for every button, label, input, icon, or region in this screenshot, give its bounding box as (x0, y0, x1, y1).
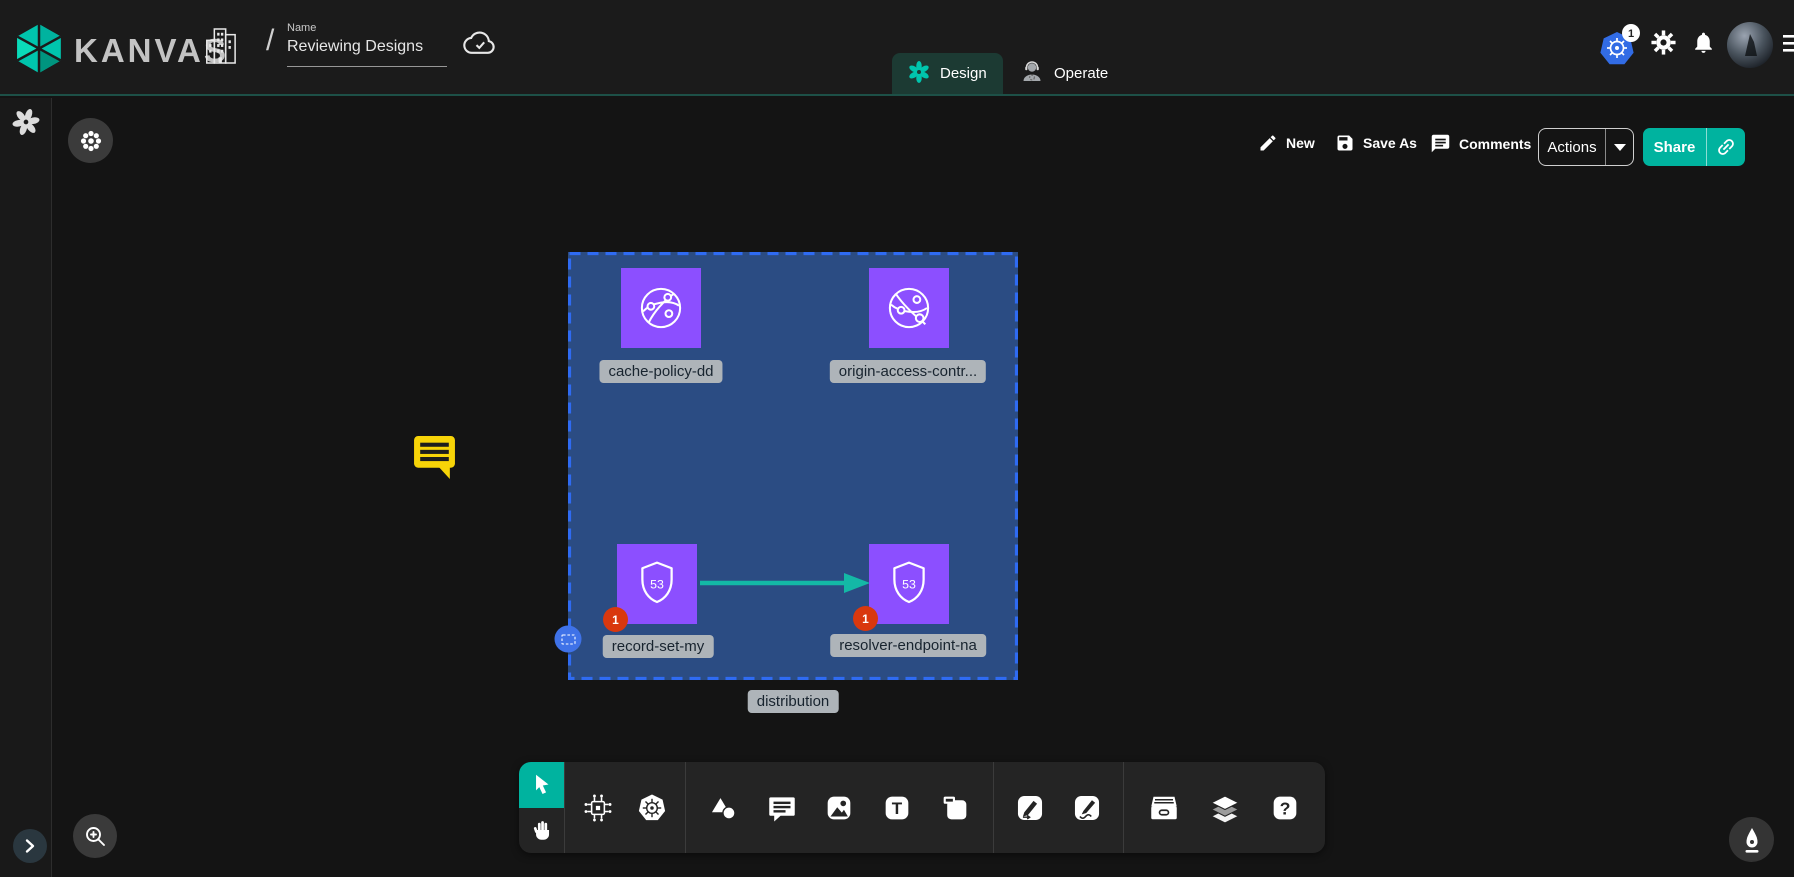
help-icon: ? (1268, 791, 1302, 825)
tab-design-label: Design (940, 65, 987, 82)
cloudfront-cache-policy-icon (634, 281, 688, 335)
tool-help[interactable]: ? (1265, 788, 1305, 828)
actions-dropdown-caret[interactable] (1606, 129, 1633, 165)
share-button[interactable]: Share (1643, 128, 1745, 166)
edge-pen-icon (1013, 791, 1047, 825)
copy-link-button[interactable] (1707, 128, 1745, 166)
comment-icon (1430, 133, 1451, 154)
left-sidebar (0, 98, 52, 877)
cursor-icon (529, 772, 555, 798)
kubernetes-badge: 1 (1628, 28, 1634, 40)
zoom-in-button[interactable] (73, 814, 117, 858)
save-icon (1335, 133, 1355, 153)
sketch-pencil-icon (1070, 791, 1104, 825)
shapes-icon (707, 791, 741, 825)
design-name-label: Name (287, 22, 447, 34)
node-label-record-set: record-set-my (603, 635, 714, 658)
edge-record-to-resolver[interactable] (696, 571, 876, 595)
tool-comment[interactable] (762, 788, 802, 828)
user-avatar[interactable] (1727, 22, 1773, 68)
tool-image[interactable] (819, 788, 859, 828)
save-as-button-label: Save As (1363, 135, 1417, 151)
sidebar-expand-chevron[interactable] (13, 829, 47, 863)
image-icon (822, 791, 856, 825)
comment-bubble-icon (765, 791, 799, 825)
note-icon (938, 791, 972, 825)
tool-archive[interactable] (1144, 788, 1184, 828)
tool-select[interactable] (519, 762, 564, 808)
dock-flower-button[interactable] (68, 118, 113, 163)
text-icon: T (880, 791, 914, 825)
svg-text:53: 53 (902, 578, 916, 592)
tool-kubernetes[interactable] (632, 788, 672, 828)
node-record-set[interactable]: 53 (617, 544, 697, 624)
new-button[interactable]: New (1258, 133, 1315, 153)
node-label-cache-policy: cache-policy-dd (599, 360, 722, 383)
svg-text:?: ? (1279, 798, 1290, 818)
node-badge-record-set[interactable]: 1 (603, 607, 628, 632)
app-header: KANVAS / Name (0, 0, 1794, 96)
svg-text:T: T (892, 799, 903, 818)
tab-design[interactable]: Design (892, 53, 1003, 94)
notifications-bell-icon[interactable] (1691, 30, 1716, 60)
tool-components[interactable] (578, 788, 618, 828)
comments-button-label: Comments (1459, 136, 1531, 152)
group-label: distribution (748, 690, 839, 713)
tab-operate-label: Operate (1054, 65, 1108, 82)
design-name-field: Name (287, 22, 447, 67)
cloud-saved-icon (463, 29, 497, 62)
tool-sketch[interactable] (1067, 788, 1107, 828)
tool-note[interactable] (935, 788, 975, 828)
operate-person-icon (1020, 60, 1044, 88)
share-button-label[interactable]: Share (1643, 128, 1707, 166)
actions-button[interactable]: Actions (1538, 128, 1634, 166)
meshery-swirl-icon[interactable] (12, 108, 40, 141)
breadcrumb-separator: / (266, 24, 274, 58)
design-name-input[interactable] (287, 34, 447, 67)
svg-text:53: 53 (650, 578, 664, 592)
actions-button-label[interactable]: Actions (1539, 129, 1606, 165)
tool-edge-pen[interactable] (1010, 788, 1050, 828)
hand-icon (529, 817, 555, 843)
kubernetes-helm-icon (635, 791, 669, 825)
kanvas-logo-icon (14, 22, 64, 79)
layers-icon (1207, 790, 1243, 826)
design-swirl-icon (908, 61, 930, 87)
settings-gear-icon[interactable] (1650, 29, 1677, 61)
pencil-icon (1258, 133, 1278, 153)
node-cache-policy[interactable] (621, 268, 701, 348)
route53-shield-icon: 53 (882, 557, 936, 611)
save-as-button[interactable]: Save As (1335, 133, 1417, 153)
tool-layers[interactable] (1205, 788, 1245, 828)
group-selection-handle[interactable] (553, 624, 583, 659)
organization-icon[interactable] (203, 26, 237, 71)
link-icon (1715, 136, 1737, 158)
kubernetes-context-icon[interactable]: 1 (1598, 24, 1642, 73)
app-logo[interactable]: KANVAS (14, 22, 229, 79)
tool-dock: T (519, 762, 1325, 853)
node-origin-access-control[interactable] (869, 268, 949, 348)
cloudfront-origin-access-icon (882, 281, 936, 335)
node-resolver-endpoint[interactable]: 53 (869, 544, 949, 624)
comments-button[interactable]: Comments (1430, 133, 1531, 154)
tool-shapes[interactable] (704, 788, 744, 828)
menu-hamburger-icon[interactable] (1783, 34, 1794, 59)
pen-nib-button[interactable] (1729, 817, 1774, 862)
tab-operate[interactable]: Operate (1004, 53, 1124, 94)
node-badge-resolver-endpoint[interactable]: 1 (853, 606, 878, 631)
node-label-origin-access: origin-access-contr... (830, 360, 986, 383)
circuit-components-icon (581, 791, 615, 825)
tool-text[interactable]: T (877, 788, 917, 828)
route53-shield-icon: 53 (630, 557, 684, 611)
archive-drawer-icon (1146, 790, 1182, 826)
tool-pan[interactable] (519, 808, 564, 854)
caret-down-icon (1614, 144, 1626, 151)
canvas-comment-marker[interactable] (412, 434, 457, 485)
node-label-resolver-endpoint: resolver-endpoint-na (830, 634, 986, 657)
new-button-label: New (1286, 135, 1315, 151)
